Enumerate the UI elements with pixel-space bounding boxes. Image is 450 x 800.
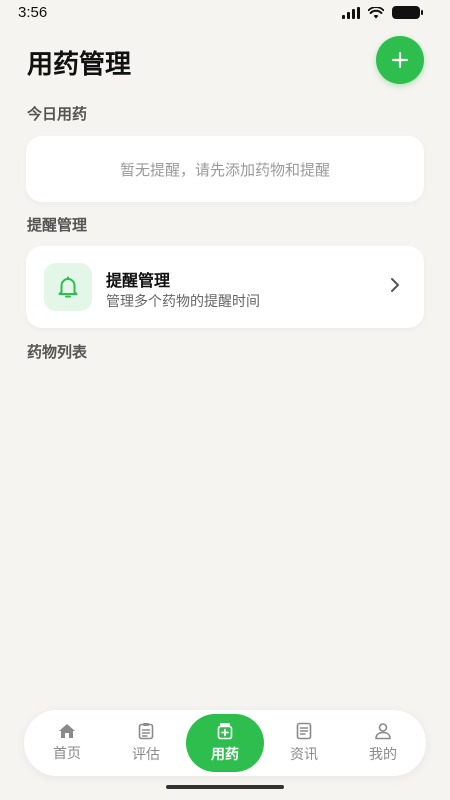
nav-label: 评估 — [132, 747, 160, 763]
news-icon — [296, 722, 312, 740]
empty-text: 暂无提醒，请先添加药物和提醒 — [119, 160, 330, 179]
reminder-section-label: 提醒管理 — [27, 216, 88, 234]
nav-label: 资讯 — [290, 747, 318, 763]
today-section-label: 今日用药 — [27, 105, 88, 123]
status-icons — [342, 6, 423, 19]
medicine-icon — [217, 723, 233, 740]
add-medicine-button[interactable] — [376, 36, 424, 84]
nav-label: 我的 — [369, 747, 397, 763]
nav-item-profile[interactable]: 我的 — [344, 710, 422, 776]
reminder-card-title: 提醒管理 — [106, 271, 171, 290]
today-empty-card: 暂无提醒，请先添加药物和提醒 — [26, 136, 424, 202]
medicine-list-label: 药物列表 — [27, 343, 88, 361]
reminder-management-card[interactable]: 提醒管理 管理多个药物的提醒时间 — [26, 246, 424, 328]
reminder-card-subtitle: 管理多个药物的提醒时间 — [106, 294, 260, 310]
clipboard-icon — [138, 723, 154, 740]
bottom-nav: 首页 评估 用药 资讯 我的 — [24, 710, 426, 776]
user-icon — [375, 723, 391, 740]
home-icon — [59, 724, 75, 738]
plus-icon — [391, 51, 409, 69]
nav-label: 用药 — [211, 747, 239, 763]
chevron-right-icon — [391, 278, 399, 292]
battery-icon — [392, 6, 423, 19]
signal-icon — [342, 6, 360, 19]
nav-item-medication[interactable]: 用药 — [186, 714, 264, 772]
status-time: 3:56 — [18, 4, 48, 21]
bell-icon — [58, 276, 78, 298]
nav-item-home[interactable]: 首页 — [28, 710, 106, 776]
wifi-icon — [368, 6, 384, 18]
nav-item-news[interactable]: 资讯 — [265, 710, 343, 776]
status-bar: 3:56 — [0, 0, 450, 26]
nav-item-assessment[interactable]: 评估 — [107, 710, 185, 776]
reminder-icon-box — [44, 263, 92, 311]
nav-label: 首页 — [53, 746, 81, 762]
home-indicator — [166, 785, 284, 789]
page-title: 用药管理 — [27, 50, 132, 80]
